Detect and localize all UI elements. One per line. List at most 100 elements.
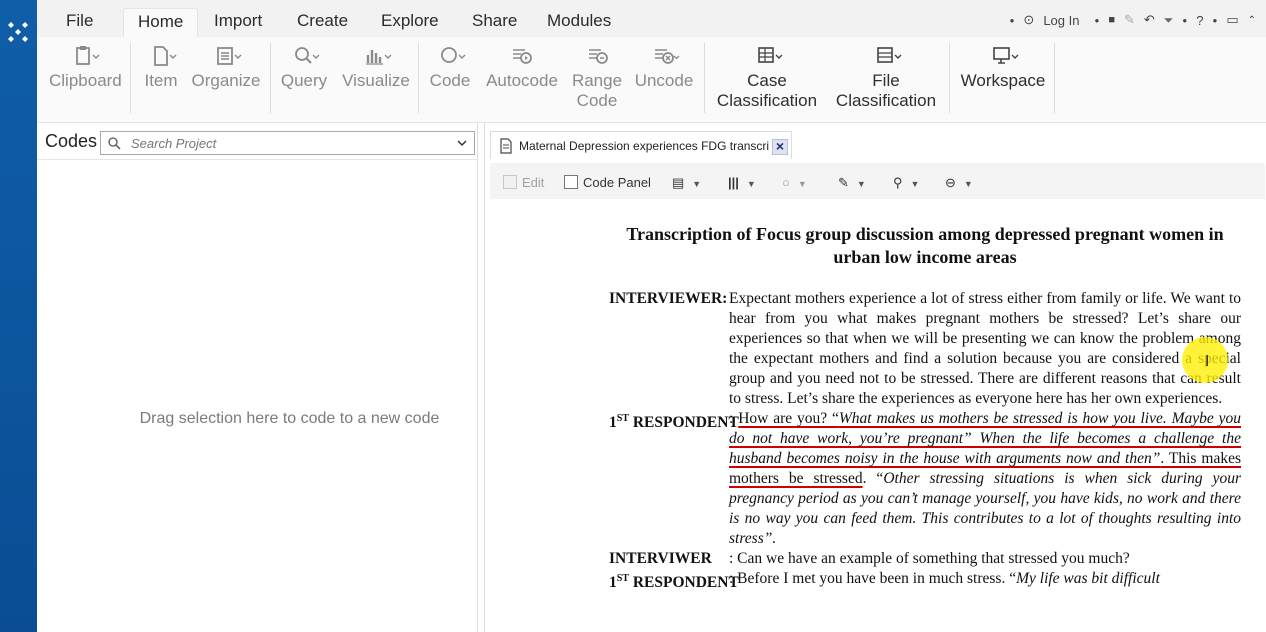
range-code-button[interactable]: Range Code <box>569 37 625 123</box>
customize-icon[interactable]: ⏷ <box>1164 13 1174 28</box>
ribbon-separator <box>270 43 271 113</box>
codes-panel: Codes Drag selection here to code to a n… <box>37 123 478 632</box>
chevron-down-icon[interactable] <box>456 137 468 149</box>
speaker-label: 1ST RESPONDENT <box>609 409 739 433</box>
dot-icon: ● <box>1009 15 1015 25</box>
file-classification-label-2: Classification <box>835 91 937 110</box>
ribbon-separator <box>949 43 950 113</box>
zoom-dropdown[interactable]: ⚲ ▼ <box>893 174 919 192</box>
dot-icon: ● <box>1182 15 1188 25</box>
tab-create[interactable]: Create <box>283 8 362 37</box>
codes-title: Codes <box>45 131 98 151</box>
close-icon[interactable]: × <box>772 139 788 155</box>
case-classification-button[interactable]: Case Classification <box>713 37 821 123</box>
search-input[interactable] <box>131 134 431 152</box>
highlight-dropdown[interactable]: ○ ▼ <box>782 174 807 192</box>
link-icon: ⊖ <box>945 175 956 190</box>
collapse-icon[interactable]: ⌃ <box>1248 15 1256 26</box>
login-link[interactable]: Log In <box>1043 13 1079 28</box>
stripes-dropdown[interactable]: ||| ▼ <box>728 174 756 192</box>
speaker-word: RESPONDENT <box>632 574 739 592</box>
speaker-label: INTERVIWER <box>609 550 712 567</box>
autocode-label: Autocode <box>486 71 558 90</box>
marker-dropdown[interactable]: ✎ ▼ <box>838 174 866 192</box>
edit-checkbox[interactable] <box>503 175 517 189</box>
query-label: Query <box>280 71 328 90</box>
search-box[interactable] <box>100 131 475 155</box>
document-tab-title: Maternal Depression experiences FDG tran… <box>519 139 770 153</box>
workspace-button[interactable]: Workspace <box>957 37 1049 123</box>
text-cursor-icon: I <box>1205 352 1210 370</box>
highlighter-icon: ✎ <box>838 175 849 190</box>
save-icon[interactable]: ■ <box>1108 14 1115 26</box>
document-panel: Maternal Depression experiences FDG tran… <box>484 123 1266 632</box>
tab-import[interactable]: Import <box>200 8 276 37</box>
code-panel-toggle[interactable]: Code Panel <box>564 174 651 192</box>
chevron-down-icon: ▼ <box>910 179 920 189</box>
apps-grid-icon[interactable] <box>6 20 30 44</box>
turn-text: Expectant mothers experience a lot of st… <box>729 290 1241 407</box>
organize-label: Organize <box>191 71 261 90</box>
ribbon: Clipboard Item Organize Query Visualize … <box>37 37 1266 123</box>
visualize-label: Visualize <box>342 71 410 90</box>
uncode-label: Uncode <box>634 71 694 90</box>
code-panel-checkbox[interactable] <box>564 175 578 189</box>
uncode-button[interactable]: Uncode <box>631 37 697 123</box>
undo-icon[interactable]: ↶ <box>1144 12 1155 28</box>
autocode-icon <box>513 49 532 64</box>
case-classification-label-1: Case <box>747 71 787 90</box>
range-code-icon <box>589 49 608 64</box>
user-icon[interactable]: ⊙ <box>1023 12 1034 28</box>
autocode-button[interactable]: Autocode <box>483 37 561 123</box>
drag-hint[interactable]: Drag selection here to code to a new cod… <box>37 410 542 428</box>
tab-file[interactable]: File <box>52 8 107 37</box>
clipboard-button[interactable]: Clipboard <box>49 37 122 123</box>
edit-label: Edit <box>522 175 545 190</box>
query-button[interactable]: Query <box>279 37 329 123</box>
annotation-icon: ▤ <box>672 175 685 190</box>
chevron-down-icon: ▼ <box>797 179 807 189</box>
turn-respondent: 1ST RESPONDENT : Before I met you have b… <box>609 569 1241 592</box>
transcript-title: Transcription of Focus group discussion … <box>626 224 1224 267</box>
italic-text: My life was bit difficult <box>1016 570 1160 587</box>
document-toolbar: Edit Code Panel ▤ ▼ ||| ▼ ○ ▼ ✎ ▼ ⚲ ▼ ⊖ ▼ <box>490 163 1265 199</box>
speaker-ordinal: ST <box>616 573 629 584</box>
coding-stripes-icon: ||| <box>728 175 739 190</box>
code-button[interactable]: Code <box>427 37 473 123</box>
link-dropdown[interactable]: ⊖ ▼ <box>945 174 973 192</box>
document-icon <box>154 46 177 66</box>
edit-toggle[interactable]: Edit <box>503 174 544 192</box>
help-icon[interactable]: ? <box>1196 13 1203 28</box>
range-code-label-2: Code <box>576 91 618 110</box>
turn-text: : Before I met you have been in much str… <box>729 570 1160 587</box>
menu-bar: File Home Import Create Explore Share Mo… <box>37 0 1266 37</box>
pencil-icon[interactable]: ✎ <box>1124 12 1135 28</box>
chat-icon[interactable]: ▭ <box>1226 12 1238 28</box>
case-classification-label-2: Classification <box>716 91 818 110</box>
organize-button[interactable]: Organize <box>189 37 263 123</box>
uncode-icon <box>655 49 680 64</box>
chevron-down-icon: ▼ <box>692 179 702 189</box>
visualize-button[interactable]: Visualize <box>341 37 411 123</box>
text-run: : Before I met you have been in much str… <box>729 570 1017 587</box>
item-button[interactable]: Item <box>137 37 185 123</box>
tab-explore[interactable]: Explore <box>367 8 453 37</box>
file-classification-label-1: File <box>872 71 900 90</box>
transcript-body[interactable]: Transcription of Focus group discussion … <box>609 223 1241 592</box>
tab-home[interactable]: Home <box>123 8 199 37</box>
tab-modules[interactable]: Modules <box>533 8 625 37</box>
annotation-dropdown[interactable]: ▤ ▼ <box>672 174 701 192</box>
underlined-text: How are you? “ <box>738 410 839 427</box>
range-code-label-1: Range <box>571 71 623 90</box>
zoom-icon: ⚲ <box>893 175 903 190</box>
clipboard-label: Clipboard <box>49 71 122 90</box>
document-tab[interactable]: Maternal Depression experiences FDG tran… <box>490 131 792 159</box>
dot-icon: ● <box>1094 15 1100 25</box>
code-circle-icon <box>441 47 466 63</box>
ribbon-separator <box>130 43 131 113</box>
file-classification-button[interactable]: File Classification <box>832 37 940 123</box>
workspace-label: Workspace <box>960 71 1046 90</box>
tab-share[interactable]: Share <box>458 8 531 37</box>
speaker-label: INTERVIEWER: <box>609 290 728 307</box>
speaker-number: 1 <box>609 414 617 432</box>
